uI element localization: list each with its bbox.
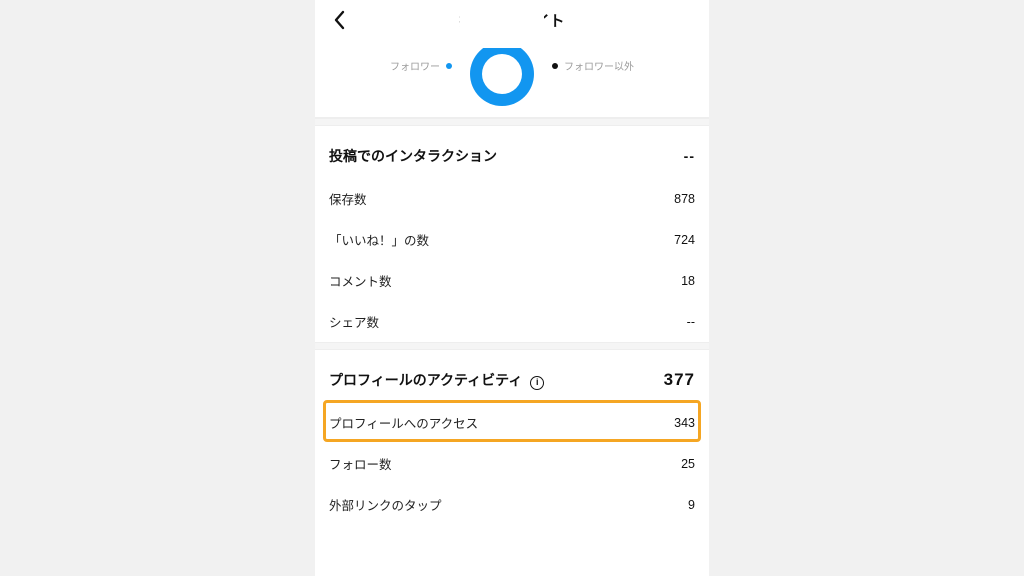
section-divider [315,118,709,126]
donut-chart-area: フォロワー フォロワー以外 [315,40,709,118]
row-label: コメント数 [329,271,392,290]
back-button[interactable] [323,0,355,40]
list-item: 「いいね！」の数 724 [329,219,695,260]
list-item: シェア数 -- [329,301,695,342]
list-item: 外部リンクのタップ 9 [329,484,695,525]
row-value: 25 [681,457,695,471]
profile-activity-title-text: プロフィールのアクティビティ [329,372,522,388]
interactions-total: -- [684,148,695,164]
profile-activity-section: プロフィールのアクティビティ i 377 プロフィールへのアクセス 343 フォ… [315,350,709,525]
profile-activity-total: 377 [664,370,695,390]
list-item: プロフィールへのアクセス 343 [329,402,695,443]
row-value: 9 [688,498,695,512]
row-value: 18 [681,274,695,288]
interactions-header: 投稿でのインタラクション -- [329,126,695,178]
row-label: シェア数 [329,312,379,331]
interactions-title: 投稿でのインタラクション [329,146,497,166]
legend-non-followers: フォロワー以外 [552,58,634,73]
dot-icon [446,63,452,69]
list-item: フォロー数 25 [329,443,695,484]
row-value: 724 [674,233,695,247]
row-label: フォロー数 [329,454,392,473]
donut-chart [470,42,534,106]
phone-frame: 投稿インサイト フォロワー フォロワー以外 投稿でのインタラクション -- 保存… [315,0,709,576]
row-label: 外部リンクのタップ [329,495,442,514]
legend-non-followers-label: フォロワー以外 [564,58,634,73]
row-label: 保存数 [329,189,367,208]
list-item: コメント数 18 [329,260,695,301]
dot-icon [552,63,558,69]
row-label: プロフィールへのアクセス [329,413,478,432]
chevron-left-icon [333,10,345,30]
row-value: 343 [674,416,695,430]
interactions-section: 投稿でのインタラクション -- 保存数 878 「いいね！」の数 724 コメン… [315,126,709,342]
legend-followers-label: フォロワー [390,58,440,73]
profile-activity-header: プロフィールのアクティビティ i 377 [329,350,695,402]
row-value: 878 [674,192,695,206]
profile-activity-title: プロフィールのアクティビティ i [329,370,544,390]
row-label: 「いいね！」の数 [329,230,429,249]
info-icon[interactable]: i [530,376,544,390]
legend-followers: フォロワー [390,58,452,73]
row-value: -- [687,315,695,329]
section-divider [315,342,709,350]
list-item: 保存数 878 [329,178,695,219]
